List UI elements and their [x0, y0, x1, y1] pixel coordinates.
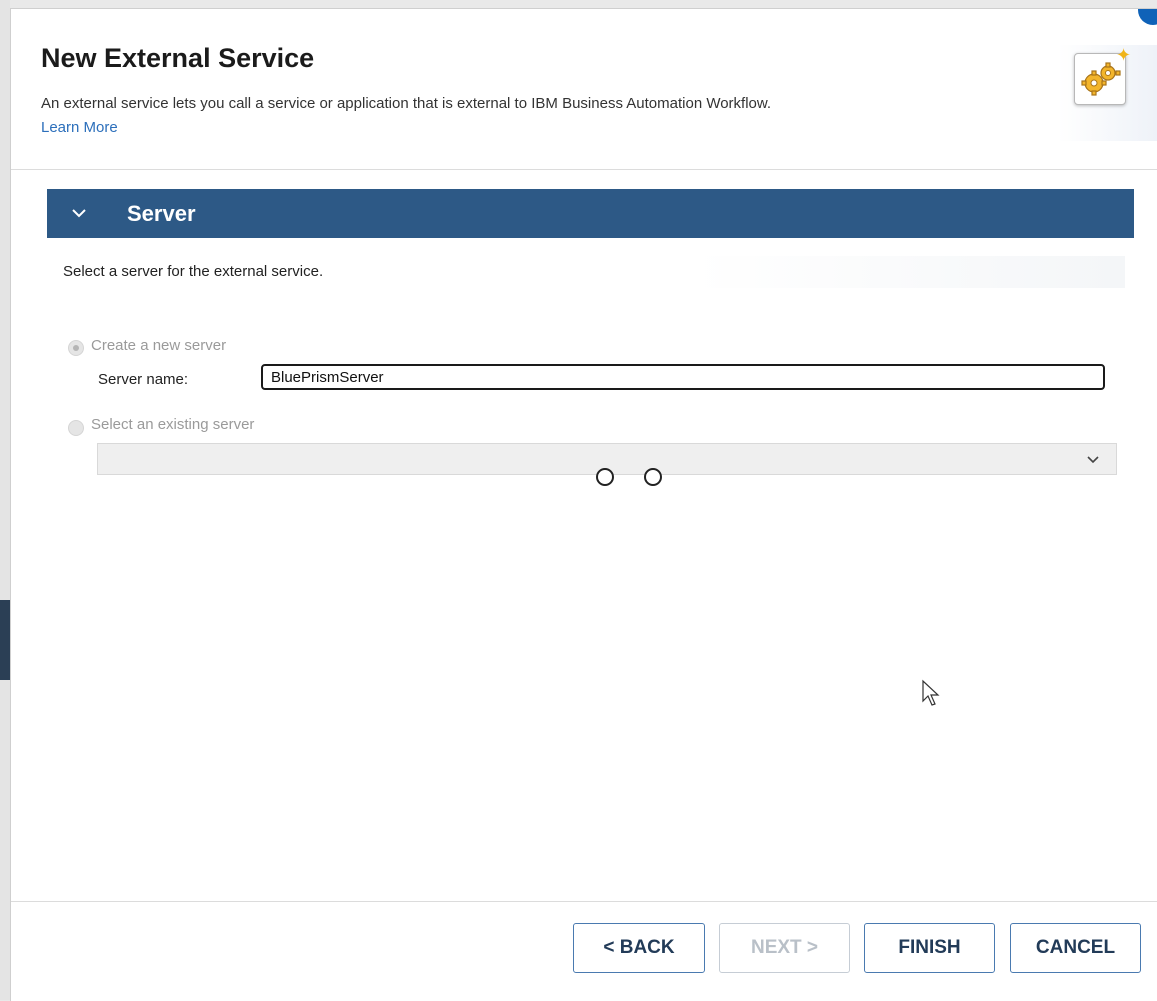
- section-instruction: Select a server for the external service…: [63, 263, 324, 280]
- back-button[interactable]: < BACK: [573, 923, 705, 973]
- create-new-server-label[interactable]: Create a new server: [91, 337, 226, 354]
- select-existing-server-radio[interactable]: [68, 420, 84, 436]
- dialog-description: An external service lets you call a serv…: [41, 95, 772, 112]
- cancel-button[interactable]: CANCEL: [1010, 923, 1141, 973]
- select-existing-server-label[interactable]: Select an existing server: [91, 416, 254, 433]
- chevron-down-icon: [1087, 456, 1099, 464]
- loading-indicator-dot: [596, 468, 614, 486]
- loading-indicator-dot: [644, 468, 662, 486]
- header-divider: [11, 169, 1157, 170]
- server-section-header[interactable]: Server: [47, 189, 1134, 238]
- background-window-edge: [0, 0, 10, 1000]
- header-art: ✦: [1058, 45, 1157, 141]
- next-button[interactable]: NEXT >: [719, 923, 850, 973]
- mouse-cursor-icon: [922, 679, 940, 706]
- dialog-title: New External Service: [41, 43, 315, 73]
- finish-button[interactable]: FINISH: [864, 923, 995, 973]
- footer-divider: [11, 901, 1157, 902]
- section-title: Server: [127, 201, 196, 226]
- background-window-accent: [0, 600, 10, 680]
- sparkle-icon: ✦: [1116, 45, 1132, 65]
- corner-badge: [1138, 9, 1157, 25]
- chevron-down-icon: [72, 209, 86, 218]
- create-new-server-radio[interactable]: [68, 340, 84, 356]
- learn-more-link[interactable]: Learn More: [41, 119, 118, 136]
- server-name-label: Server name:: [98, 371, 189, 388]
- server-name-input[interactable]: [261, 364, 1105, 390]
- new-external-service-dialog: New External Service An external service…: [10, 8, 1157, 1001]
